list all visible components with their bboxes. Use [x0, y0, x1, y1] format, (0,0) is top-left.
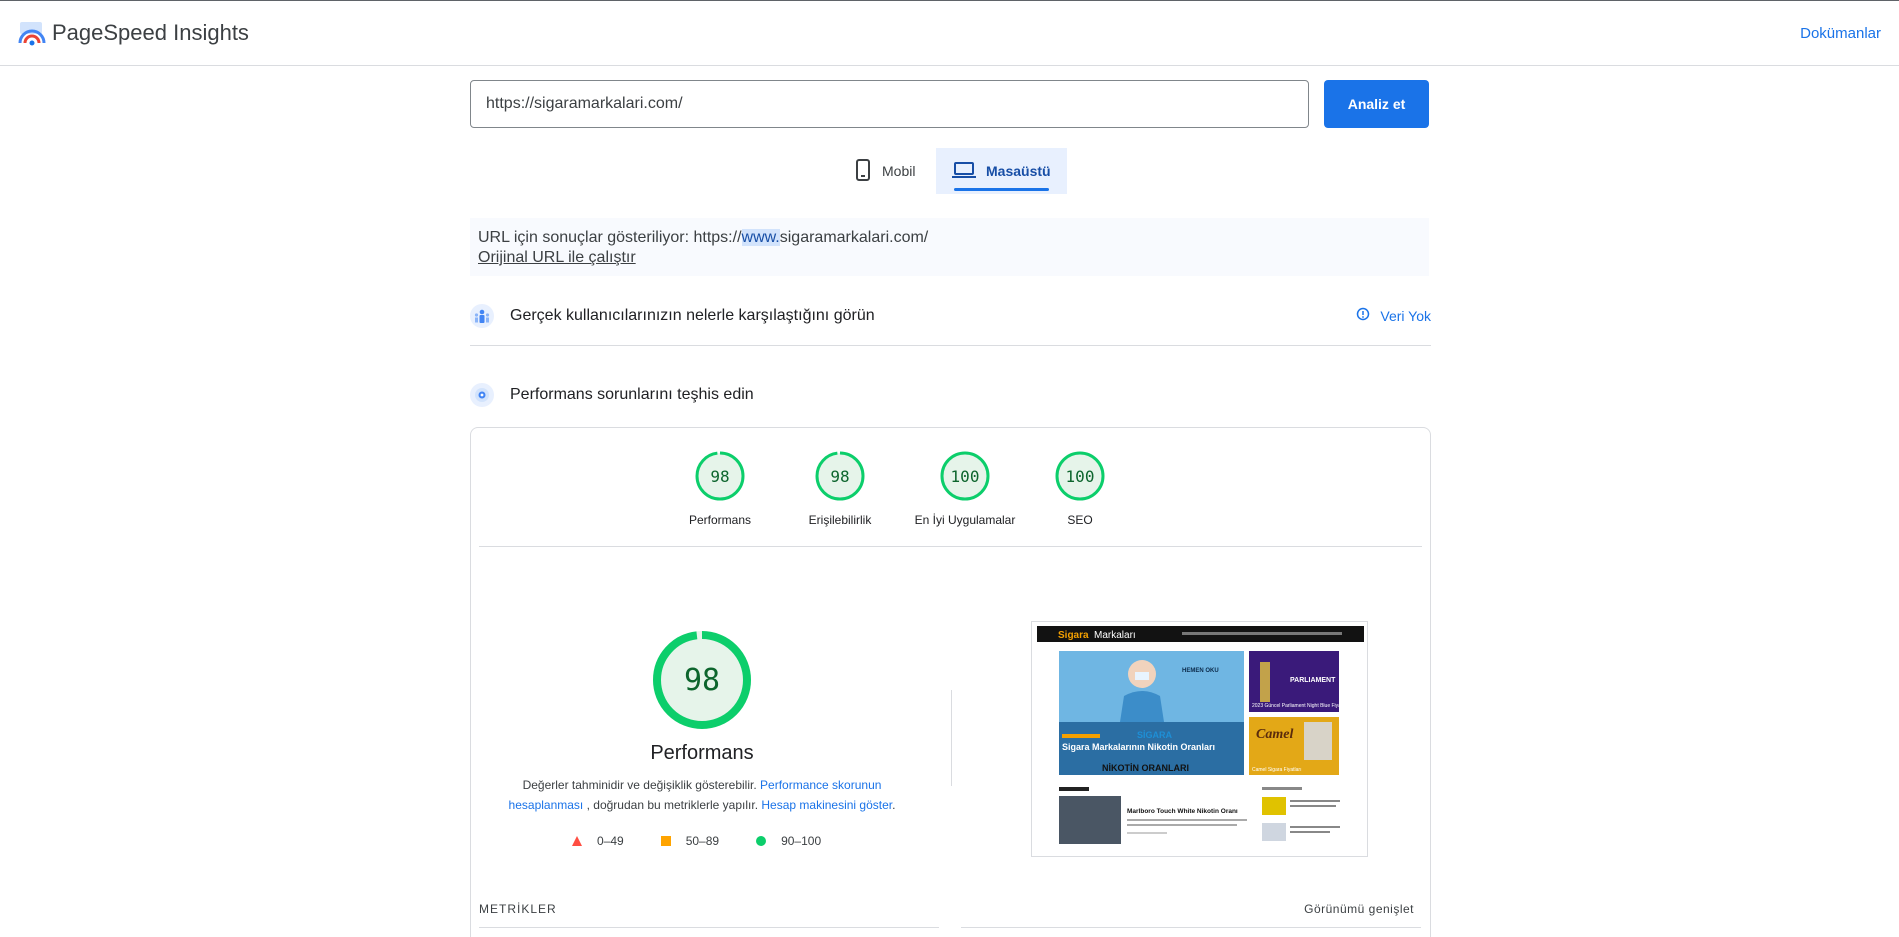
analyze-button[interactable]: Analiz et [1324, 80, 1429, 128]
expand-view-toggle[interactable]: Görünümü genişlet [1304, 902, 1414, 916]
calculator-link[interactable]: Hesap makinesini göster [761, 798, 892, 812]
gauge-ring: 100 [1055, 451, 1105, 501]
triangle-icon [572, 836, 582, 846]
performance-title: Performans [650, 742, 754, 764]
gauge-label: Erişilebilirlik [808, 513, 872, 527]
legend-item-average: 50–89 [660, 834, 719, 848]
thumb-hero-subtitle: NİKOTİN ORANLARI [1102, 763, 1189, 773]
metrics-heading: METRİKLER [479, 902, 557, 916]
score-gauge-accessibility[interactable]: 98 Erişilebilirlik [790, 450, 890, 527]
legend-range: 0–49 [597, 834, 624, 848]
crux-section-header: Gerçek kullanıcılarınızın nelerle karşıl… [470, 301, 1431, 331]
page-screenshot[interactable]: Sigara Markaları HEMEN OKU SİGARA Sigara… [1031, 621, 1368, 857]
gauge-score: 98 [830, 467, 849, 486]
tab-mobile-label: Mobil [882, 163, 916, 179]
gauge-label: En İyi Uygulamalar [914, 513, 1016, 527]
url-input[interactable]: https://sigaramarkalari.com/ [470, 80, 1309, 128]
performance-score: 98 [684, 663, 720, 698]
gauge-score: 98 [710, 467, 729, 486]
legend-range: 50–89 [685, 834, 720, 848]
performance-description: Değerler tahminidir ve değişiklik göster… [491, 775, 913, 815]
rerun-original-url-link[interactable]: Orijinal URL ile çalıştır [478, 248, 1421, 268]
thumb-brand-a: Sigara [1058, 630, 1089, 641]
gauge-score: 100 [1066, 467, 1095, 486]
notice-prefix: URL için sonuçlar gösteriliyor: https:// [478, 229, 742, 246]
score-legend: 0–49 50–89 90–100 [571, 834, 821, 848]
metrics-divider [961, 927, 1421, 928]
laptop-icon [952, 161, 976, 182]
pagespeed-logo-icon[interactable] [18, 21, 46, 47]
legend-range: 90–100 [781, 834, 822, 848]
crux-title: Gerçek kullanıcılarınızın nelerle karşıl… [510, 307, 875, 324]
gauge-ring: 100 [940, 451, 990, 501]
performance-gauge: 98 [653, 631, 751, 729]
diagnose-section-header: Performans sorunlarını teşhis edin [470, 380, 1431, 410]
vertical-divider [951, 690, 952, 786]
thumb-side2-caption: Camel Sigara Fiyatları [1252, 767, 1301, 773]
thumb-brand-b: Markaları [1094, 630, 1136, 641]
tab-desktop[interactable]: Masaüstü [936, 148, 1067, 194]
tab-selected-indicator [954, 188, 1049, 191]
thumb-side1-caption: 2023 Güncel Parliament Night Blue Fiyatı… [1252, 703, 1364, 709]
gauge-label: Performans [688, 513, 752, 527]
brand-title[interactable]: PageSpeed Insights [52, 20, 249, 46]
score-gauge-best-practices[interactable]: 100 En İyi Uygulamalar [910, 450, 1020, 527]
card-divider [479, 546, 1422, 547]
legend-item-fail: 0–49 [571, 834, 624, 848]
metrics-divider [479, 927, 939, 928]
desc-text: Değerler tahminidir ve değişiklik göster… [522, 778, 757, 792]
gauge-ring: 98 [815, 451, 865, 501]
gauge-label: SEO [1067, 513, 1093, 527]
thumb-hero-title: Sigara Markalarının Nikotin Oranları [1062, 742, 1215, 752]
diagnose-title: Performans sorunlarını teşhis edin [510, 386, 754, 403]
tab-desktop-label: Masaüstü [986, 163, 1051, 179]
desc-text: , doğrudan bu metriklerle yapılır. [586, 798, 759, 812]
top-bar: PageSpeed Insights Dokümanlar [0, 0, 1899, 66]
square-icon [660, 836, 671, 846]
thumb-hero-tag: SİGARA [1137, 730, 1173, 740]
report-card: 98 Performans 98 Erişilebilirlik 100 En … [470, 427, 1431, 937]
gauge-score: 100 [951, 467, 980, 486]
no-data-status[interactable]: Veri Yok [1356, 307, 1431, 324]
legend-item-pass: 90–100 [755, 834, 821, 848]
circle-icon [756, 836, 767, 846]
users-icon [470, 304, 494, 328]
info-icon [1356, 307, 1370, 324]
thumb-post-title: Marlboro Touch White Nikotin Oranı [1127, 808, 1238, 815]
thumb-side1-title: PARLIAMENT [1290, 677, 1336, 684]
docs-link[interactable]: Dokümanlar [1800, 25, 1881, 42]
desc-text: . [892, 798, 896, 812]
url-redirect-notice: URL için sonuçlar gösteriliyor: https://… [470, 218, 1429, 276]
notice-highlight: www. [741, 229, 780, 246]
score-gauge-performance[interactable]: 98 Performans [670, 450, 770, 527]
thumb-hero-badge: HEMEN OKU [1182, 668, 1219, 674]
phone-icon [854, 158, 872, 184]
thumb-side2-title: Camel [1256, 727, 1293, 742]
lab-flask-icon [470, 383, 494, 407]
gauge-ring: 98 [695, 451, 745, 501]
section-divider [470, 345, 1431, 346]
tab-mobile[interactable]: Mobil [838, 148, 931, 194]
no-data-label: Veri Yok [1380, 307, 1431, 324]
notice-suffix: sigaramarkalari.com/ [779, 229, 929, 246]
score-gauge-seo[interactable]: 100 SEO [1030, 450, 1130, 527]
notice-text: URL için sonuçlar gösteriliyor: https://… [478, 228, 1421, 248]
